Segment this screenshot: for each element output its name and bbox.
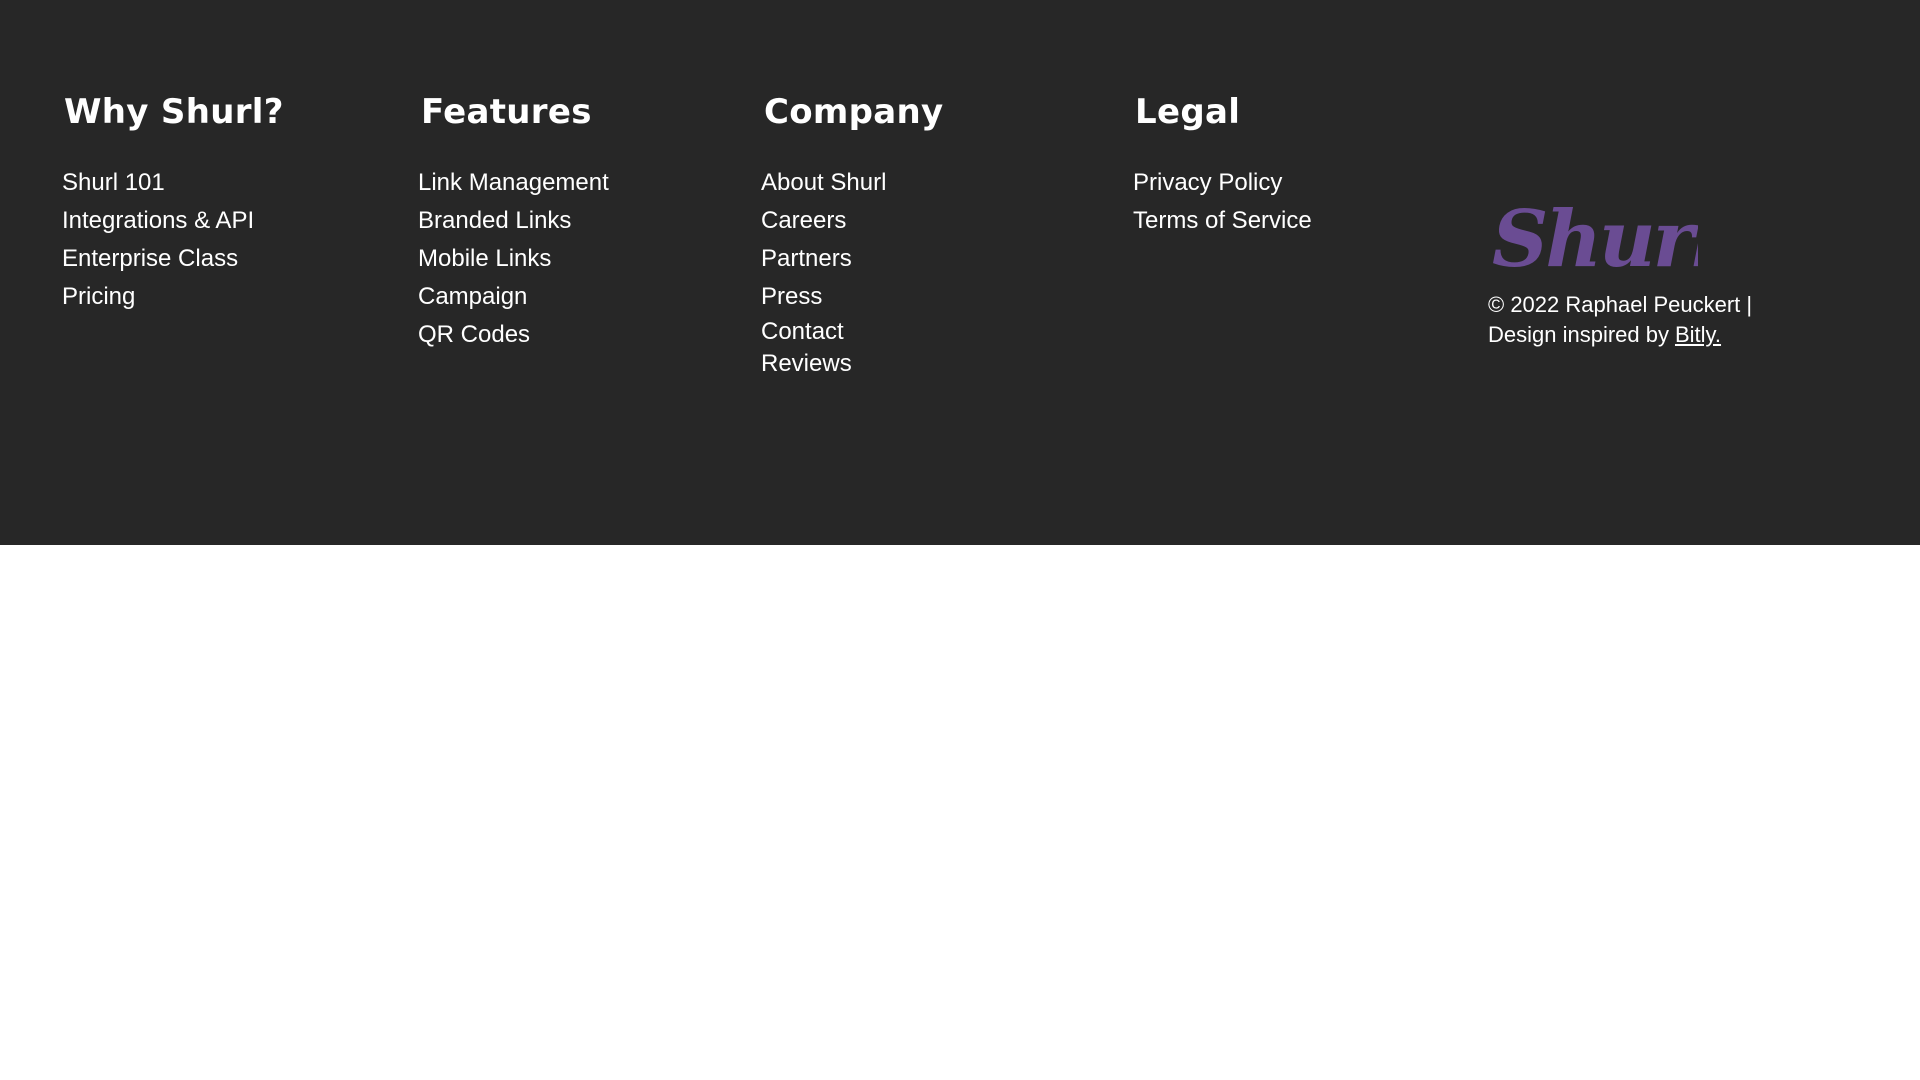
- footer-link-privacy-policy[interactable]: Privacy Policy: [1133, 164, 1312, 202]
- column-heading: Why Shurl?: [64, 92, 284, 132]
- footer-brand: Shurl © 2022 Raphael Peuckert | Design i…: [1488, 196, 1848, 350]
- column-heading: Legal: [1135, 92, 1241, 132]
- copyright-block: © 2022 Raphael Peuckert | Design inspire…: [1488, 290, 1848, 350]
- footer-link-enterprise-class[interactable]: Enterprise Class: [62, 240, 284, 278]
- footer-link-shurl-101[interactable]: Shurl 101: [62, 164, 284, 202]
- footer-link-pricing[interactable]: Pricing: [62, 278, 284, 316]
- link-list: Privacy Policy Terms of Service: [1133, 164, 1312, 240]
- footer-column-legal: Legal Privacy Policy Terms of Service: [1133, 88, 1312, 240]
- bitly-link[interactable]: Bitly.: [1675, 322, 1721, 347]
- credit-prefix: Design inspired by: [1488, 322, 1669, 347]
- footer-link-partners[interactable]: Partners: [761, 240, 944, 278]
- site-footer: Why Shurl? Shurl 101 Integrations & API …: [0, 0, 1920, 545]
- footer-link-about-shurl[interactable]: About Shurl: [761, 164, 944, 202]
- footer-link-press[interactable]: Press: [761, 278, 944, 316]
- column-heading: Features: [421, 92, 592, 132]
- copyright-text: © 2022 Raphael Peuckert |: [1488, 292, 1753, 317]
- footer-link-mobile-links[interactable]: Mobile Links: [418, 240, 609, 278]
- column-heading: Company: [764, 92, 944, 132]
- footer-link-campaign[interactable]: Campaign: [418, 278, 609, 316]
- footer-link-contact[interactable]: Contact: [761, 316, 944, 348]
- footer-link-careers[interactable]: Careers: [761, 202, 944, 240]
- credit-line: Design inspired by Bitly.: [1488, 320, 1848, 350]
- shurl-logo[interactable]: Shurl: [1488, 196, 1698, 280]
- footer-link-qr-codes[interactable]: QR Codes: [418, 316, 609, 354]
- footer-link-terms-of-service[interactable]: Terms of Service: [1133, 202, 1312, 240]
- footer-column-company: Company About Shurl Careers Partners Pre…: [761, 88, 944, 380]
- footer-link-link-management[interactable]: Link Management: [418, 164, 609, 202]
- footer-column-why-shurl: Why Shurl? Shurl 101 Integrations & API …: [62, 88, 284, 316]
- logo-wordmark: Shurl: [1492, 196, 1698, 280]
- footer-link-integrations-api[interactable]: Integrations & API: [62, 202, 284, 240]
- link-list: Link Management Branded Links Mobile Lin…: [418, 164, 609, 354]
- footer-link-reviews[interactable]: Reviews: [761, 348, 944, 380]
- link-list: About Shurl Careers Partners Press Conta…: [761, 164, 944, 380]
- link-list: Shurl 101 Integrations & API Enterprise …: [62, 164, 284, 316]
- footer-link-branded-links[interactable]: Branded Links: [418, 202, 609, 240]
- footer-column-features: Features Link Management Branded Links M…: [418, 88, 609, 354]
